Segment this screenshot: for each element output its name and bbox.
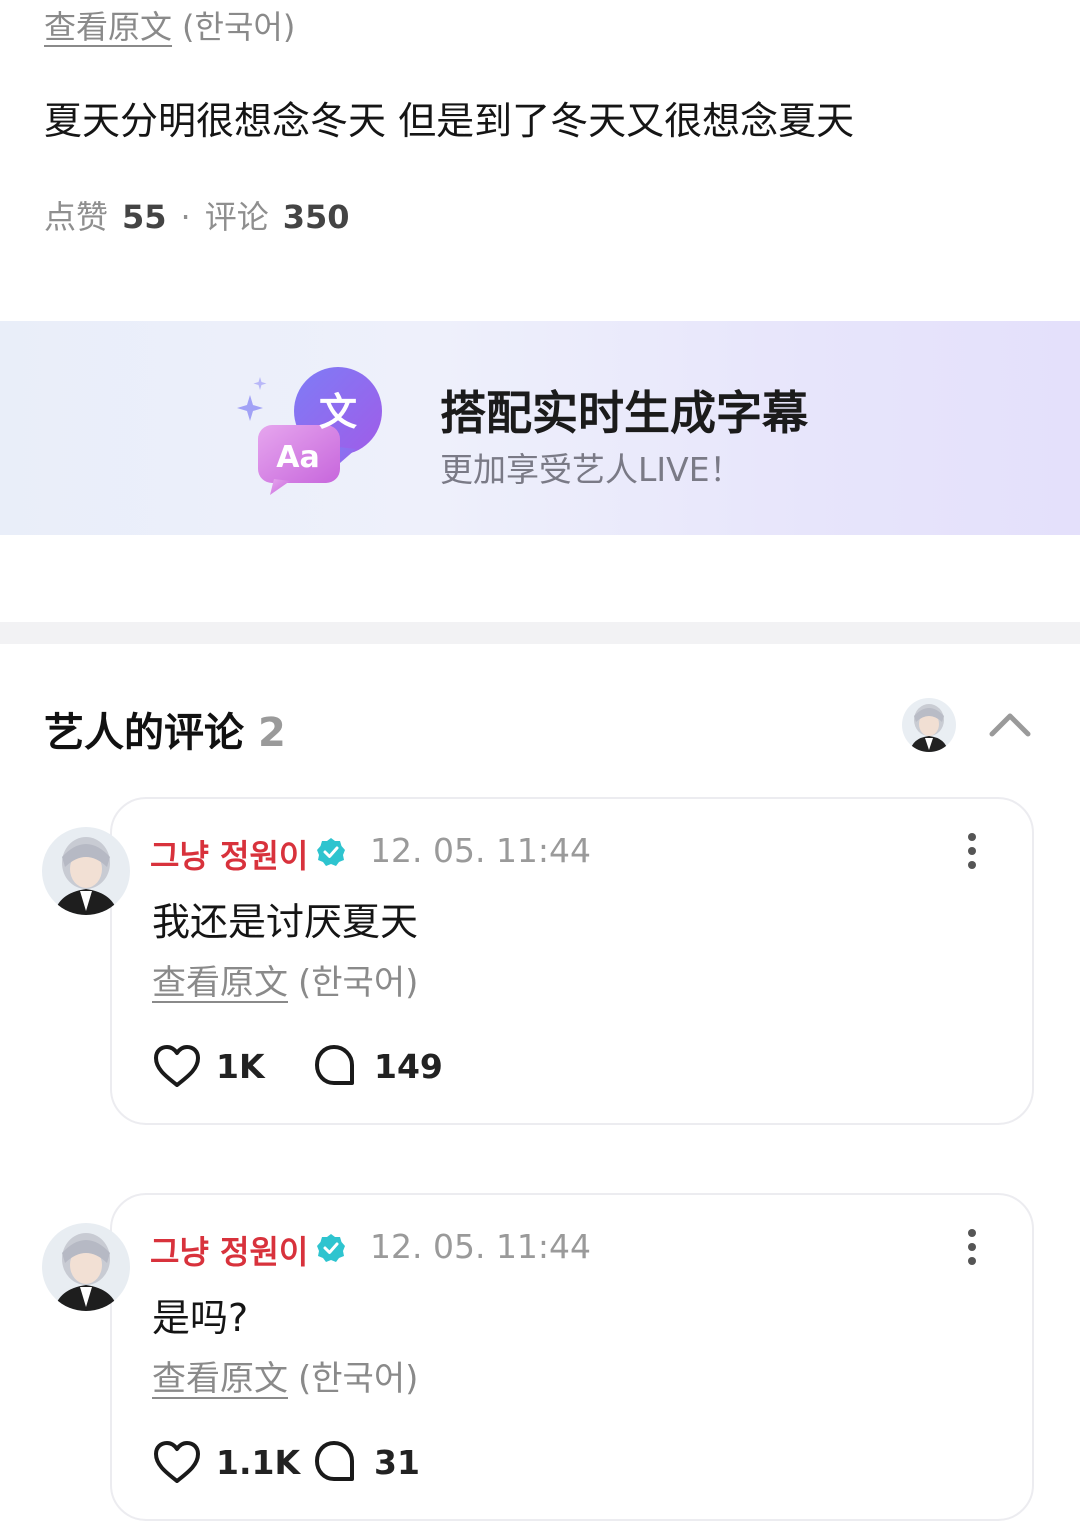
original-language-label: (한국어) [298,963,419,1003]
verified-badge-icon [317,838,345,866]
more-vertical-icon[interactable] [958,1227,986,1267]
banner-icon-front-text: Aa [276,440,319,475]
comment-author[interactable]: 그냥 정원이 [150,831,308,877]
heart-icon[interactable] [152,1043,202,1089]
verified-badge-icon [317,1234,345,1262]
artist-comments-title: 艺人的评论 2 [44,700,286,758]
artist-avatar-small[interactable] [902,698,956,752]
comment-view-original[interactable]: 查看原文 (한국어) [152,955,418,1004]
post-stats: 点赞 55 · 评论 350 [44,192,350,238]
heart-icon[interactable] [152,1439,202,1485]
more-vertical-icon[interactable] [958,831,986,871]
original-language-label: (한국어) [182,8,296,46]
comment-text: 是吗? [152,1296,249,1340]
comments-label[interactable]: 评论 [205,198,269,236]
post-view-original[interactable]: 查看原文 (한국어) [44,2,295,48]
reply-count: 149 [374,1047,443,1086]
likes-count: 55 [122,198,167,236]
avatar[interactable] [42,827,130,915]
banner-subtitle: 更加享受艺人LIVE！ [440,450,743,489]
chevron-up-icon[interactable] [984,702,1036,746]
artist-comments-label: 艺人的评论 [44,710,244,756]
like-count: 1.1K [216,1443,301,1482]
comment-timestamp: 12. 05. 11:44 [370,1227,592,1266]
view-original-link[interactable]: 查看原文 [152,1359,288,1399]
comment-author[interactable]: 그냥 정원이 [150,1227,308,1273]
translate-bubble-icon: 文 Aa [237,367,382,495]
subtitle-promo-banner[interactable]: 文 Aa 搭配实时生成字幕 更加享受艺人LIVE！ [0,321,1080,535]
like-count: 1K [216,1047,265,1086]
view-original-link[interactable]: 查看原文 [44,8,172,46]
comment-view-original[interactable]: 查看原文 (한국어) [152,1351,418,1400]
comment-timestamp: 12. 05. 11:44 [370,831,592,870]
banner-title: 搭配实时生成字幕 [440,386,808,440]
comment-bubble-icon[interactable] [312,1439,358,1485]
original-language-label: (한국어) [298,1359,419,1399]
section-divider [0,622,1080,644]
post-text: 夏天分明很想念冬天 但是到了冬天又很想念夏天 [44,99,855,143]
comment-text: 我还是讨厌夏天 [152,900,419,944]
reply-count: 31 [374,1443,420,1482]
stats-separator: · [180,198,191,236]
banner-icon-back-text: 文 [319,390,357,434]
comment-bubble-icon[interactable] [312,1043,358,1089]
artist-comments-count: 2 [258,710,286,756]
avatar[interactable] [42,1223,130,1311]
likes-label: 点赞 [44,198,109,236]
comments-count[interactable]: 350 [283,198,350,236]
view-original-link[interactable]: 查看原文 [152,963,288,1003]
